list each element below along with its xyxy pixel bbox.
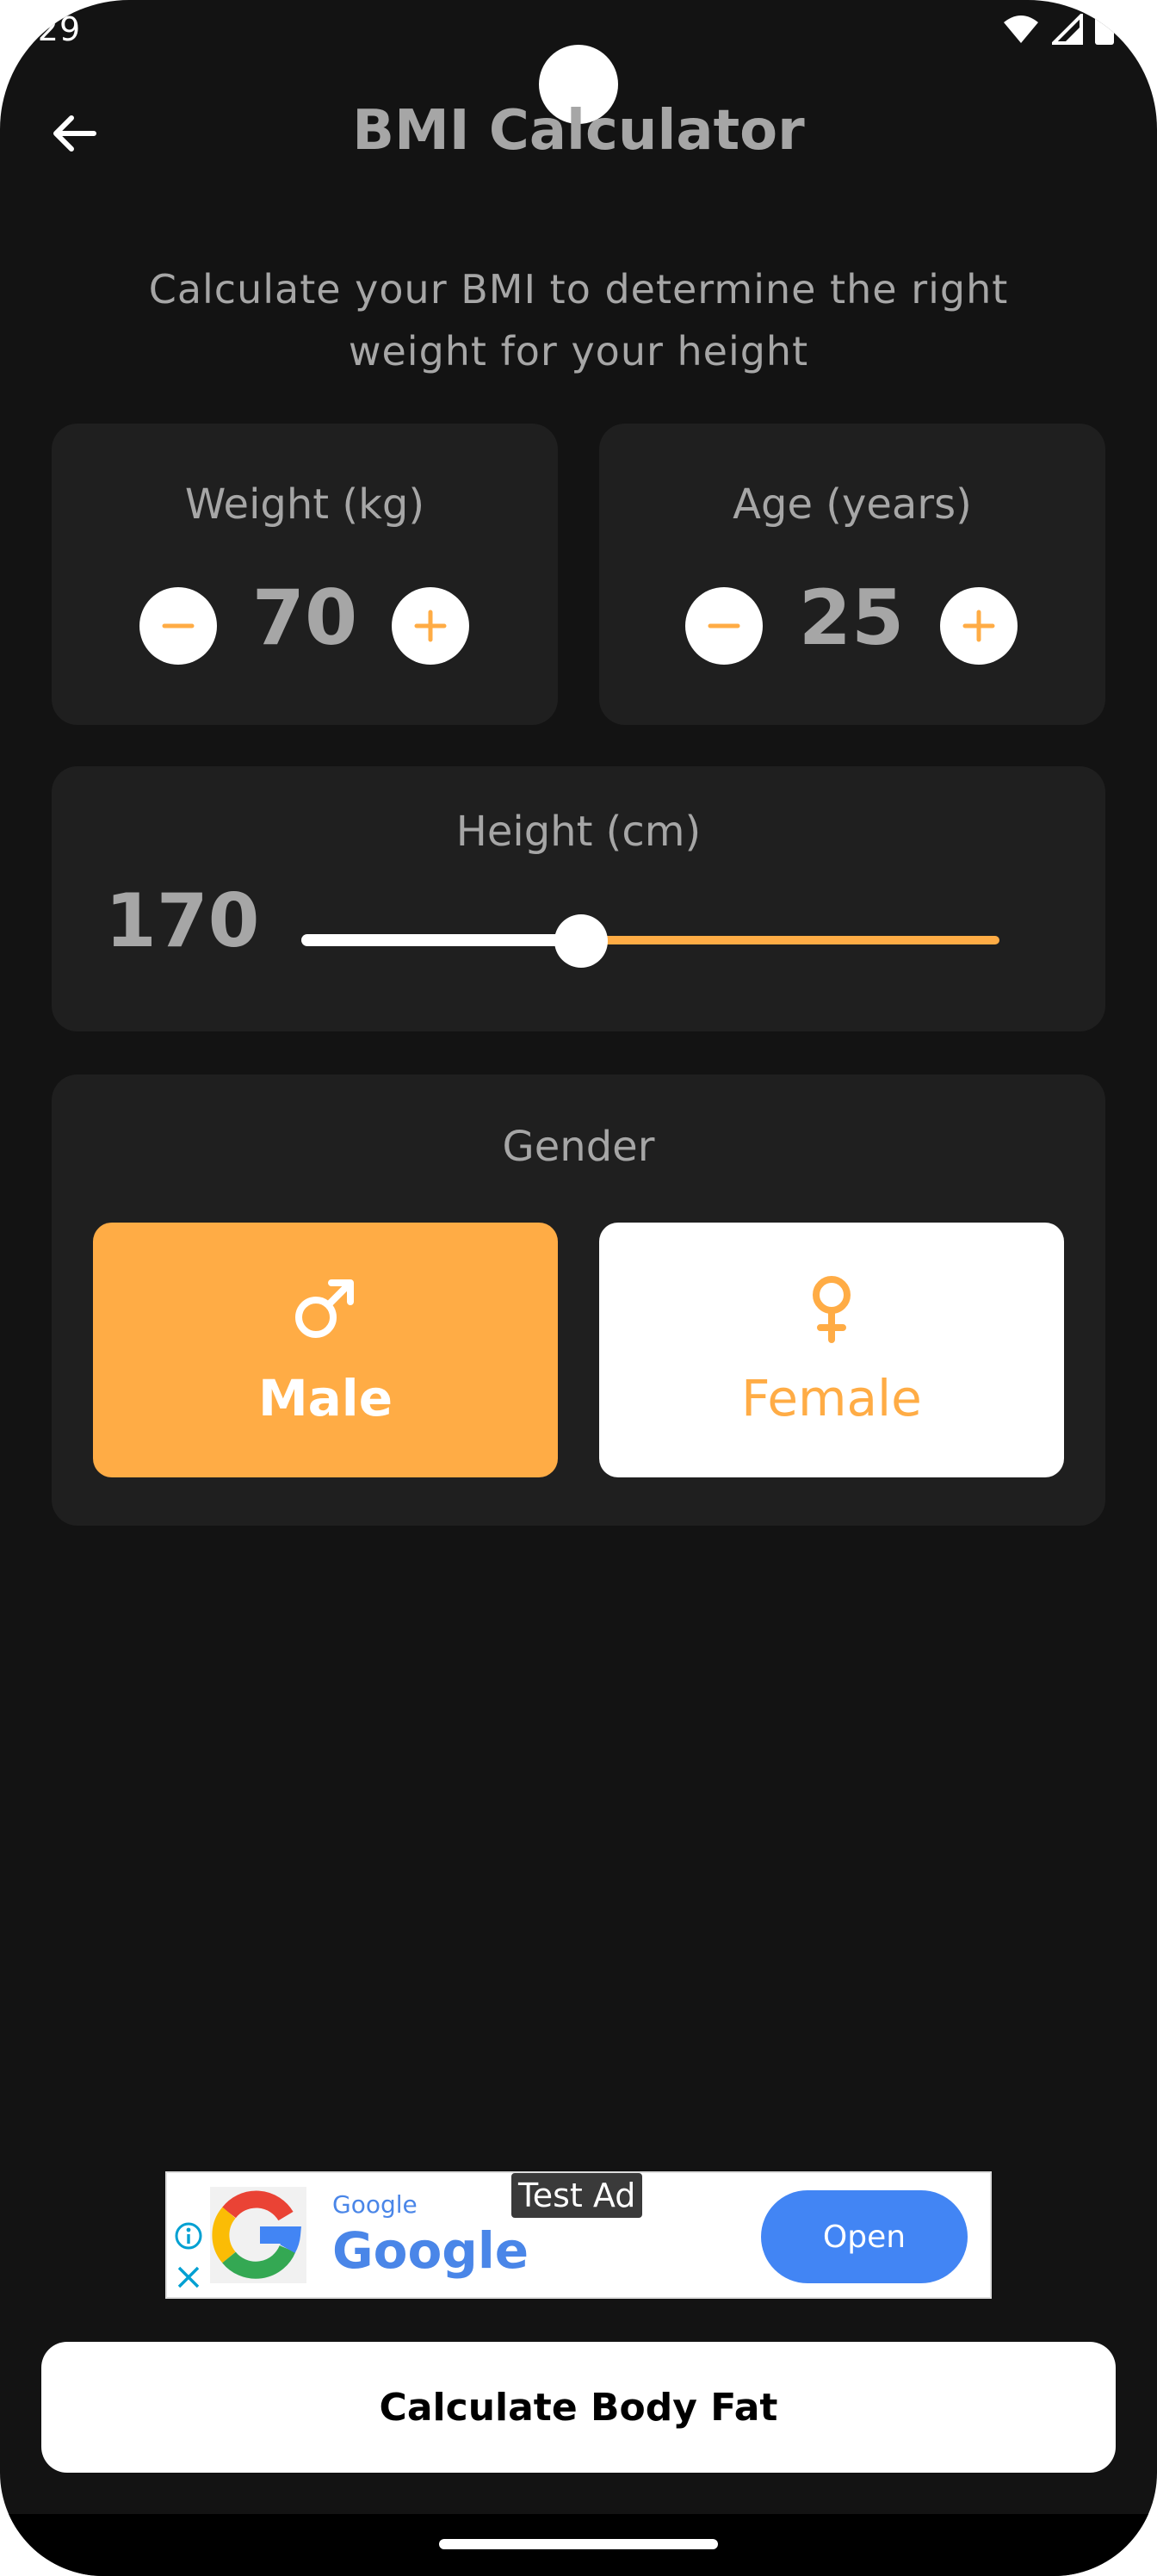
ad-open-button[interactable]: Open — [761, 2190, 968, 2283]
ad-advertiser-small: Google — [332, 2190, 418, 2219]
weight-value: 70 — [251, 573, 358, 662]
weight-card: Weight (kg) 70 — [52, 424, 558, 725]
ad-banner[interactable]: Google Google Test Ad Open — [165, 2171, 992, 2299]
test-ad-badge: Test Ad — [511, 2173, 643, 2218]
status-time: :29 — [26, 10, 82, 48]
plus-icon — [962, 610, 995, 642]
height-value: 170 — [105, 878, 260, 964]
age-increment-button[interactable] — [940, 587, 1018, 665]
weight-increment-button[interactable] — [392, 587, 469, 665]
weight-decrement-button[interactable] — [139, 587, 217, 665]
height-slider-active-track[interactable] — [301, 934, 581, 946]
age-label: Age (years) — [733, 480, 972, 529]
page-subtitle: Calculate your BMI to determine the righ… — [148, 266, 1009, 375]
info-icon[interactable] — [174, 2221, 203, 2251]
age-decrement-button[interactable] — [685, 587, 763, 665]
signal-icon — [1052, 14, 1083, 45]
ad-advertiser-name: Google — [332, 2221, 529, 2280]
age-value: 25 — [798, 573, 905, 662]
minus-icon — [708, 623, 740, 629]
google-g-logo-icon — [210, 2187, 306, 2283]
gender-male-label: Male — [257, 1369, 393, 1427]
plus-icon — [414, 610, 447, 642]
page-title: BMI Calculator — [352, 99, 805, 163]
gender-label: Gender — [502, 1123, 655, 1171]
battery-icon — [1095, 12, 1114, 45]
gender-female-button[interactable]: Female — [599, 1223, 1064, 1477]
calculate-body-fat-button[interactable]: Calculate Body Fat — [41, 2342, 1116, 2473]
home-indicator[interactable] — [439, 2539, 718, 2549]
gender-male-button[interactable]: Male — [93, 1223, 558, 1477]
female-symbol-icon — [813, 1276, 851, 1343]
wifi-icon — [1004, 15, 1038, 43]
close-icon[interactable] — [174, 2263, 203, 2292]
height-slider-thumb[interactable] — [554, 914, 608, 968]
minus-icon — [162, 623, 195, 629]
height-label: Height (cm) — [455, 808, 702, 856]
age-card: Age (years) 25 — [599, 424, 1105, 725]
male-symbol-icon — [295, 1279, 354, 1338]
phone-screen: :29 BMI Calculator Calculate your BMI to… — [0, 0, 1157, 2576]
weight-label: Weight (kg) — [184, 480, 425, 529]
status-icons — [1002, 12, 1114, 45]
gender-female-label: Female — [741, 1369, 922, 1427]
height-slider-inactive-track[interactable] — [581, 936, 999, 944]
height-card: Height (cm) 170 — [52, 766, 1105, 1031]
